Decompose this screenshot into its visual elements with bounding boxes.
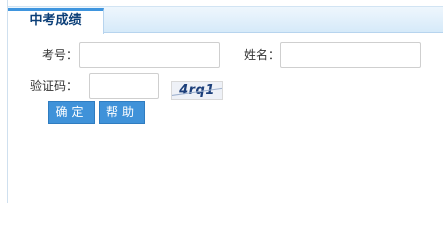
help-button[interactable]: 帮助 — [99, 101, 145, 124]
tab-zhongkao-scores[interactable]: 中考成绩 — [8, 8, 104, 34]
captcha-image[interactable]: 4rq1 — [171, 81, 223, 100]
captcha-label: 验证码： — [30, 79, 79, 93]
name-label: 姓名： — [244, 48, 281, 62]
exam-number-label: 考号： — [42, 48, 79, 62]
exam-number-input[interactable] — [79, 42, 220, 68]
confirm-button[interactable]: 确定 — [48, 101, 95, 124]
captcha-input[interactable] — [89, 73, 159, 99]
panel-header: 中考成绩 — [8, 6, 443, 34]
name-input[interactable] — [280, 42, 421, 68]
